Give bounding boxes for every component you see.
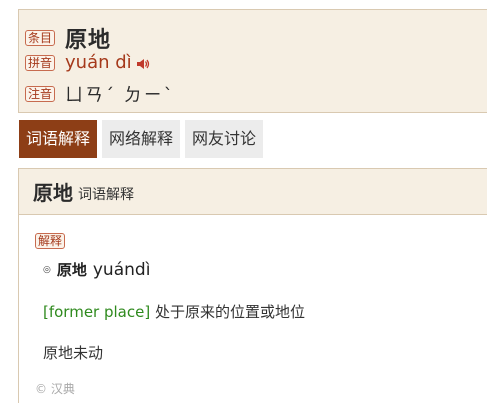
speaker-icon[interactable]	[136, 56, 150, 70]
definition-word: 原地	[56, 261, 87, 279]
tab-word-explanation[interactable]: 词语解释	[19, 120, 98, 158]
entry-word: 原地	[65, 28, 112, 53]
pinyin-tag: 拼音	[25, 54, 56, 71]
explanation-panel: 原地 词语解释 解释 ◎ 原地 yuándì [former place] 处于…	[18, 168, 487, 403]
panel-header: 原地 词语解释	[19, 169, 487, 215]
word-row: 条目 原地	[25, 22, 111, 54]
entry-header: 条目 原地 拼音 yuán dì 注音 ㄩㄢˊ ㄉㄧˋ	[18, 9, 487, 113]
explain-tag: 解释	[35, 233, 66, 249]
example-phrase: 原地未动	[43, 344, 104, 362]
zhuyin-tag: 注音	[25, 86, 56, 102]
tab-web-explanation[interactable]: 网络解释	[102, 120, 181, 158]
entry-tag: 条目	[25, 30, 56, 46]
definition-text: 处于原来的位置或地位	[154, 303, 305, 321]
tab-bar: 词语解释 网络解释 网友讨论	[19, 120, 268, 158]
panel-title-word: 原地	[33, 181, 73, 205]
panel-subtitle: 词语解释	[78, 186, 134, 203]
definition-pinyin: yuándì	[92, 259, 151, 280]
pinyin-text: yuán dì	[65, 52, 132, 73]
definition-line: [former place] 处于原来的位置或地位	[43, 301, 305, 322]
zhuyin-text: ㄩㄢˊ ㄉㄧˋ	[65, 85, 175, 106]
definition-entry: ◎ 原地 yuándì	[43, 259, 150, 280]
tab-user-discussion[interactable]: 网友讨论	[185, 120, 264, 158]
zhuyin-row: 注音 ㄩㄢˊ ㄉㄧˋ	[25, 81, 175, 107]
copyright-text: © 汉典	[35, 382, 75, 396]
pinyin-row: 拼音 yuán dì	[25, 52, 150, 73]
english-translation: [former place]	[43, 303, 151, 321]
bullet-icon: ◎	[43, 264, 51, 275]
